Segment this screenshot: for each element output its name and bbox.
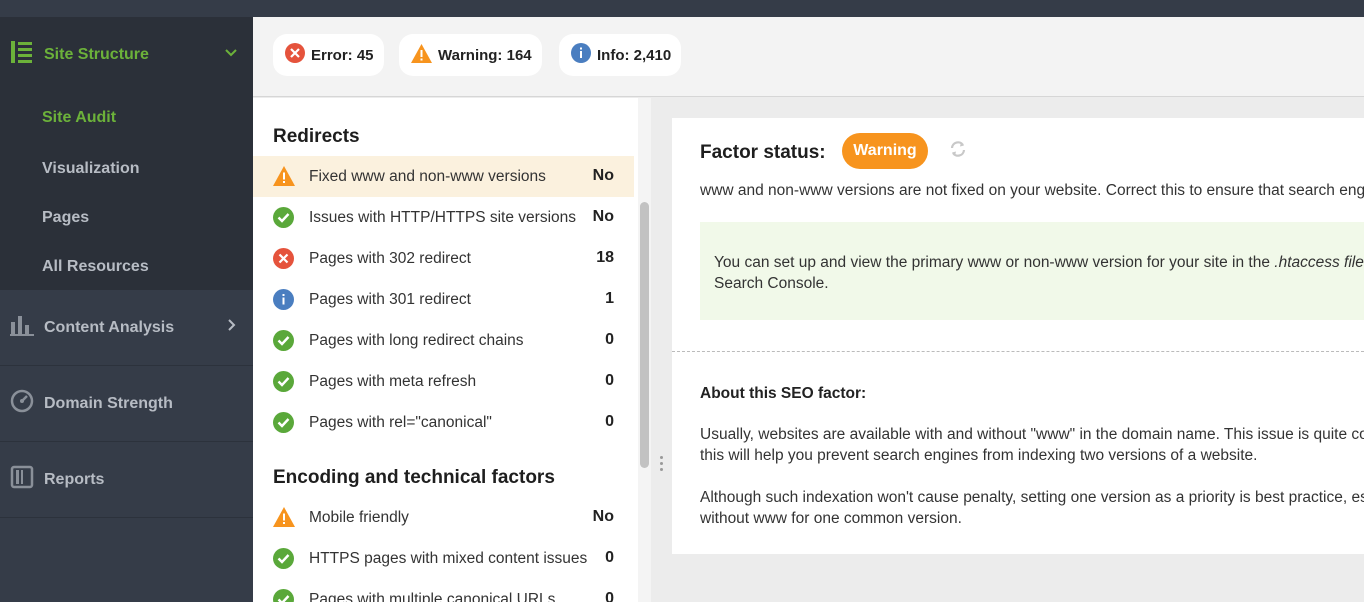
- factor-row[interactable]: Pages with 302 redirect 18: [253, 238, 634, 279]
- factor-row[interactable]: Pages with multiple canonical URLs 0: [253, 579, 634, 602]
- check-icon: [273, 412, 294, 438]
- factor-value: 0: [605, 549, 614, 566]
- about-paragraph-2-line-2: without www for one common version.: [700, 510, 962, 527]
- factor-detail-panel: Factor status: Warning www and non-www v…: [672, 118, 1364, 554]
- sidebar-item-content-analysis[interactable]: Content Analysis: [0, 290, 253, 366]
- warning-icon: [273, 166, 295, 191]
- drag-handle-icon: [660, 456, 664, 474]
- factor-row[interactable]: Issues with HTTP/HTTPS site versions No: [253, 197, 634, 238]
- factor-value: No: [592, 208, 614, 225]
- tip-box: You can set up and view the primary www …: [700, 222, 1364, 320]
- sidebar-item-site-audit[interactable]: Site Audit: [0, 92, 253, 144]
- factor-label: Pages with meta refresh: [309, 373, 477, 390]
- error-count: Error: 45: [311, 46, 374, 64]
- error-icon: [273, 248, 294, 274]
- chevron-down-icon: [225, 45, 237, 61]
- factor-row[interactable]: HTTPS pages with mixed content issues 0: [253, 538, 634, 579]
- warning-badge[interactable]: Warning: 164: [399, 34, 542, 76]
- factor-row[interactable]: Pages with long redirect chains 0: [253, 320, 634, 361]
- info-badge[interactable]: Info: 2,410: [559, 34, 682, 76]
- panel-splitter[interactable]: [651, 98, 672, 602]
- window-top-bar: [0, 0, 1364, 17]
- factor-description: www and non-www versions are not fixed o…: [700, 182, 1364, 199]
- about-paragraph-1-line-2: this will help you prevent search engine…: [700, 447, 1258, 464]
- about-paragraph-1-line-1: Usually, websites are available with and…: [700, 426, 1364, 443]
- sidebar: Site Structure Site Audit Visualization …: [0, 17, 253, 602]
- error-icon: [285, 43, 305, 67]
- factor-label: Mobile friendly: [309, 509, 409, 526]
- factor-label: HTTPS pages with mixed content issues: [309, 550, 588, 567]
- sidebar-submenu: Site Audit Visualization Pages All Resou…: [0, 92, 253, 290]
- factor-value: No: [592, 508, 614, 525]
- check-icon: [273, 207, 294, 233]
- check-icon: [273, 330, 294, 356]
- group-title-redirects: Redirects: [273, 126, 360, 147]
- factor-row[interactable]: Mobile friendly No: [253, 497, 634, 538]
- warning-icon: [273, 507, 295, 532]
- status-badge: Warning: [842, 133, 928, 169]
- divider: [672, 351, 1364, 352]
- factor-label: Fixed www and non-www versions: [309, 168, 546, 185]
- sidebar-item-label: Reports: [44, 470, 105, 488]
- check-icon: [273, 589, 294, 602]
- tip-line-2: Search Console.: [714, 275, 829, 292]
- sidebar-item-site-structure[interactable]: Site Structure: [0, 17, 253, 92]
- factor-label: Pages with 301 redirect: [309, 291, 471, 308]
- error-badge[interactable]: Error: 45: [273, 34, 384, 76]
- factor-row[interactable]: Pages with rel="canonical" 0: [253, 402, 634, 443]
- factor-value: 0: [605, 372, 614, 389]
- site-structure-icon: [10, 40, 34, 69]
- factor-label: Pages with rel="canonical": [309, 414, 492, 431]
- sidebar-item-label: Domain Strength: [44, 394, 173, 412]
- factor-label: Pages with 302 redirect: [309, 250, 471, 267]
- sidebar-item-label: Content Analysis: [44, 318, 175, 336]
- sidebar-item-all-resources[interactable]: All Resources: [0, 242, 253, 291]
- sidebar-item-label: Site Structure: [44, 45, 149, 63]
- tip-line-1: You can set up and view the primary www …: [714, 252, 1364, 273]
- chevron-right-icon: [227, 318, 237, 334]
- sidebar-item-visualization[interactable]: Visualization: [0, 144, 253, 193]
- refresh-icon[interactable]: [948, 139, 968, 164]
- factor-value: 0: [605, 413, 614, 430]
- info-icon: [273, 289, 294, 315]
- factor-value: 1: [605, 290, 614, 307]
- sidebar-item-reports[interactable]: Reports: [0, 442, 253, 518]
- content-analysis-icon: [10, 314, 34, 341]
- check-icon: [273, 548, 294, 574]
- reports-icon: [10, 465, 34, 494]
- warning-icon: [411, 43, 432, 67]
- factor-value: 0: [605, 331, 614, 348]
- info-count: Info: 2,410: [597, 46, 672, 64]
- factor-value: 0: [605, 590, 614, 602]
- factor-value: 18: [596, 249, 614, 266]
- factor-row[interactable]: Pages with 301 redirect 1: [253, 279, 634, 320]
- warning-count: Warning: 164: [438, 46, 532, 64]
- info-icon: [571, 43, 591, 67]
- about-paragraph-2-line-1: Although such indexation won't cause pen…: [700, 489, 1364, 506]
- group-title-encoding: Encoding and technical factors: [273, 467, 555, 488]
- factor-row[interactable]: Pages with meta refresh 0: [253, 361, 634, 402]
- about-title: About this SEO factor:: [700, 385, 867, 402]
- scrollbar-thumb[interactable]: [640, 202, 649, 468]
- factor-label: Pages with multiple canonical URLs: [309, 591, 556, 602]
- factor-value: No: [592, 167, 614, 184]
- sidebar-item-domain-strength[interactable]: Domain Strength: [0, 366, 253, 442]
- tip-text: You can set up and view the primary www …: [714, 254, 1275, 271]
- issue-summary-bar: Error: 45 Warning: 164 Info: 2,410: [253, 17, 1364, 97]
- factor-list: Redirects Fixed www and non-www versions…: [253, 98, 651, 602]
- factor-status-label: Factor status:: [700, 142, 826, 163]
- factor-row[interactable]: Fixed www and non-www versions No: [253, 156, 634, 197]
- list-scrollbar[interactable]: [638, 98, 651, 602]
- gauge-icon: [10, 389, 34, 418]
- factor-label: Issues with HTTP/HTTPS site versions: [309, 209, 577, 226]
- factor-label: Pages with long redirect chains: [309, 332, 524, 349]
- tip-file-name: .htaccess file: [1274, 254, 1364, 271]
- check-icon: [273, 371, 294, 397]
- sidebar-item-pages[interactable]: Pages: [0, 193, 253, 242]
